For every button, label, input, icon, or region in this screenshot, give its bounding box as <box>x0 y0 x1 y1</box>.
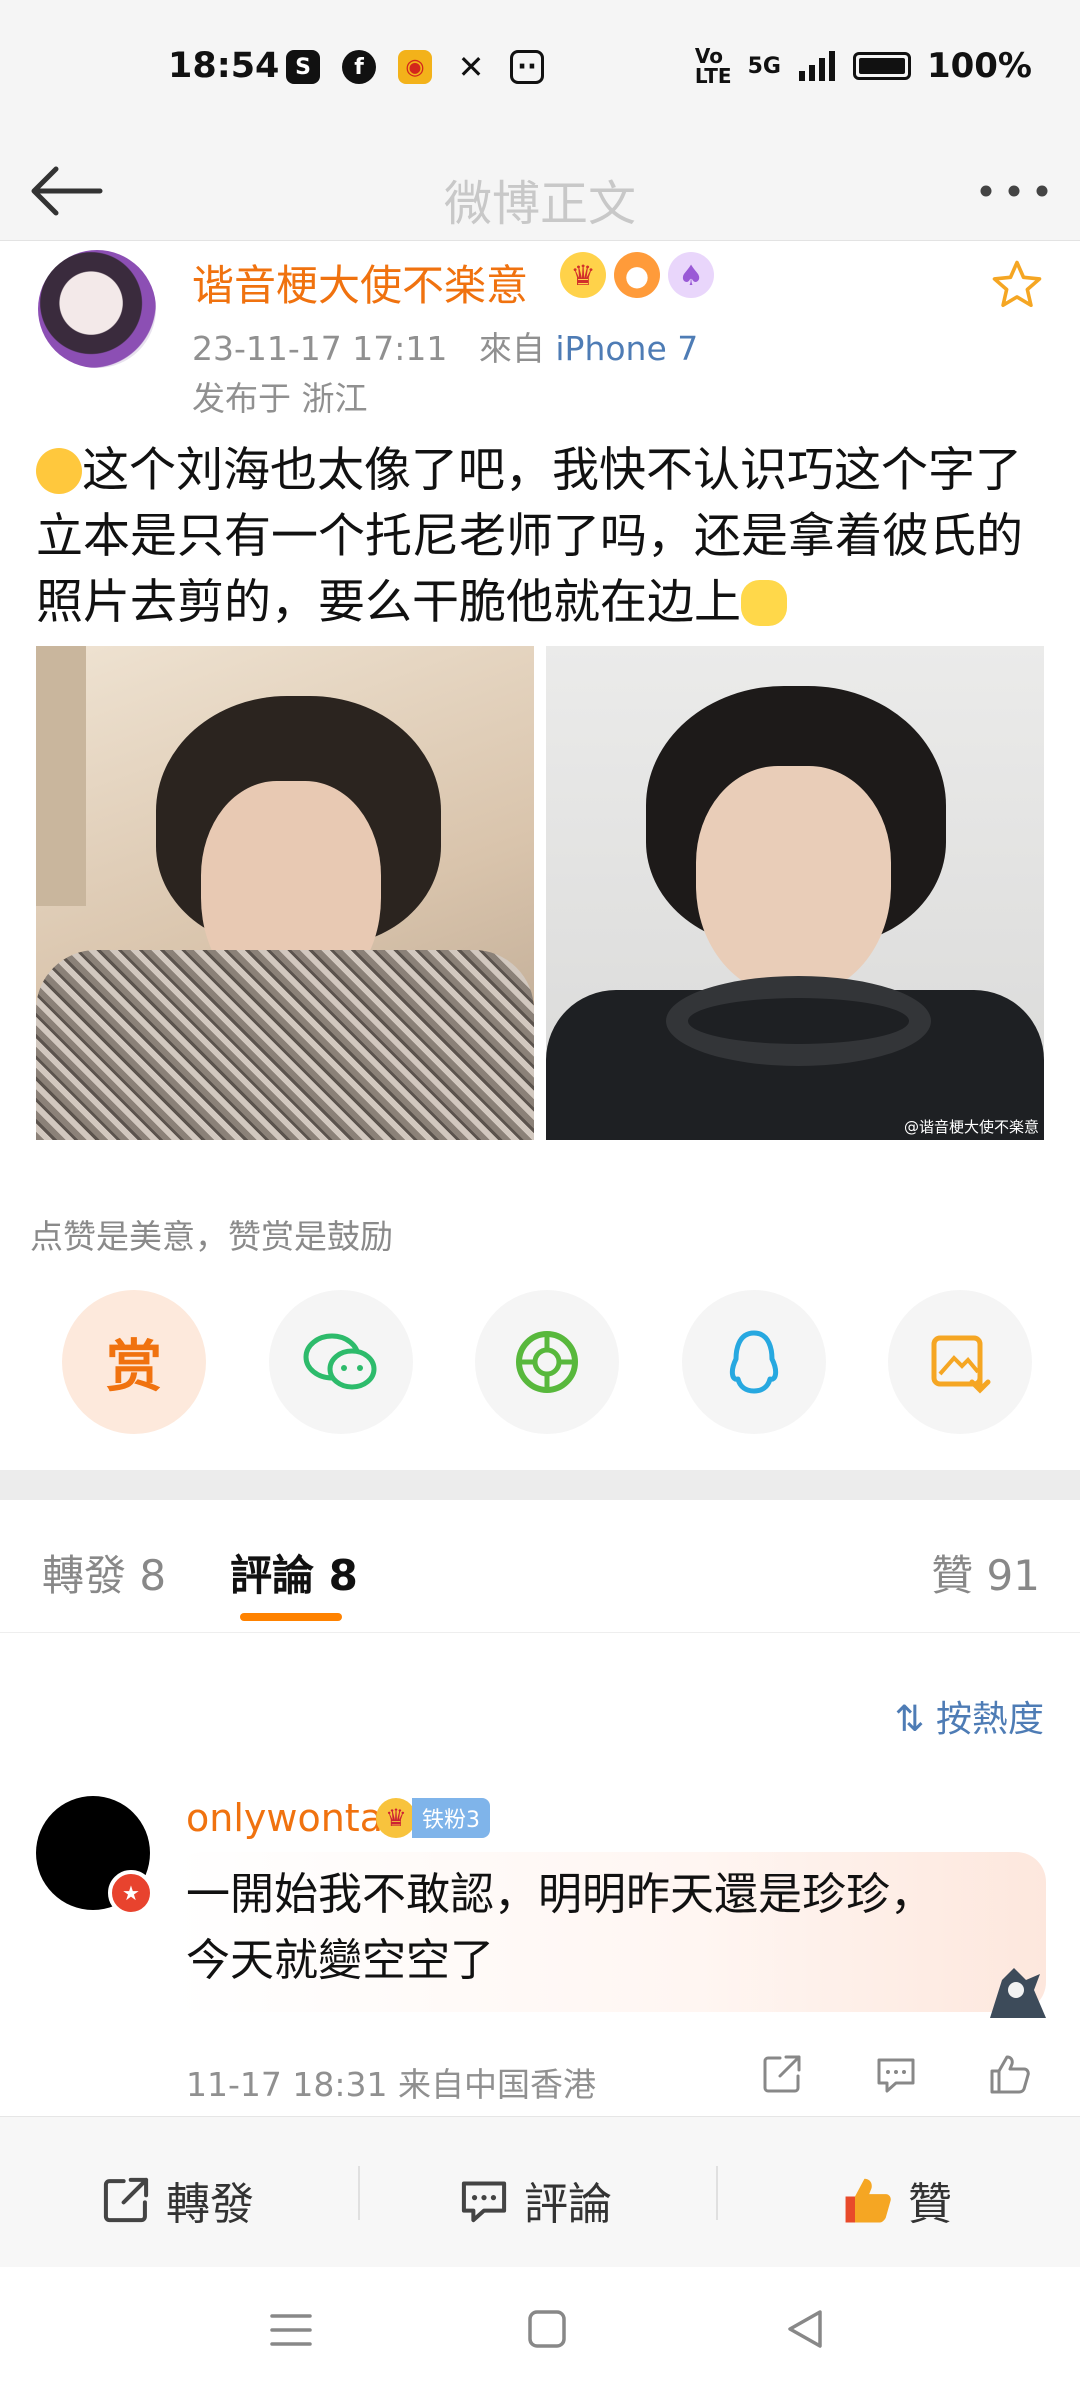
status-time: 18:54 <box>168 46 280 86</box>
sort-hot-button[interactable]: ⇅ 按熱度 <box>894 1690 1044 1742</box>
wechat-share-button[interactable] <box>268 1290 413 1434</box>
like-label: 贊 <box>908 2179 952 2230</box>
status-bar: 18:54 S f ◉ ✕ ·· Vo LTE 5G 100% <box>0 0 1080 140</box>
network-type: 5G <box>747 53 781 79</box>
wechat-icon <box>303 1333 376 1390</box>
bubble-decoration-icon <box>956 1968 1046 2018</box>
post-author-name[interactable]: 谐音梗大使不楽意 <box>192 252 528 313</box>
post-text: 这个刘海也太像了吧，我快不认识巧这个字了 立本是只有一个托尼老师了吗，还是拿着彼… <box>36 438 1048 636</box>
system-nav-bar <box>0 2268 1080 2400</box>
fish-badge-icon: ● <box>614 252 660 298</box>
comment-button[interactable]: 評論 <box>458 2168 612 2232</box>
x-icon: ✕ <box>457 48 485 86</box>
status-right: Vo LTE 5G 100% <box>695 46 1032 86</box>
post-source-prefix: 來自 <box>478 329 545 368</box>
tab-likes[interactable]: 贊 91 <box>931 1542 1040 1603</box>
moments-share-button[interactable] <box>475 1290 619 1434</box>
signal-icon <box>798 51 835 81</box>
image-sweater-shape <box>36 950 534 1140</box>
comment-text-line-1: 一開始我不敢認，明明昨天還是珍珍， <box>186 1869 934 1920</box>
shopping-bag-icon: S <box>286 50 320 84</box>
battery-level: 100% <box>926 46 1032 86</box>
fan-level: 铁粉3 <box>412 1798 490 1838</box>
image-watermark: @谐音梗大使不楽意 <box>904 1118 1040 1136</box>
comment-repost-icon[interactable] <box>760 2052 804 2096</box>
home-nav-icon[interactable] <box>526 2308 568 2350</box>
comment-text-line-2: 今天就變空空了 <box>186 1935 494 1986</box>
crown-badge-icon: ♛ <box>560 252 606 298</box>
post-text-line-1-text: 这个刘海也太像了吧，我快不认识巧这个字了 <box>82 443 1022 498</box>
post-text-line-3-text: 照片去剪的，要么干脆他就在边上 <box>36 575 741 630</box>
top-bar: 微博正文 <box>0 140 1080 241</box>
fan-badge: ♛ 铁粉3 <box>376 1798 490 1838</box>
save-image-icon <box>931 1335 991 1394</box>
page-title: 微博正文 <box>443 176 636 232</box>
doge-emoji-icon <box>741 580 787 626</box>
menu-nav-icon[interactable] <box>268 2310 314 2350</box>
comment-like-icon[interactable] <box>988 2052 1032 2096</box>
post-time: 23-11-17 17:11 <box>192 329 448 368</box>
like-thumb-icon <box>845 2178 891 2223</box>
repost-icon <box>103 2177 149 2223</box>
image-arm-shape <box>36 646 86 906</box>
image-face-shape <box>696 766 891 996</box>
comment-reply-icon[interactable] <box>874 2052 918 2096</box>
battery-icon <box>852 52 911 80</box>
repost-label: 轉發 <box>166 2179 254 2230</box>
comment-icon <box>461 2181 507 2223</box>
repost-button[interactable]: 轉發 <box>100 2168 254 2232</box>
moments-icon <box>516 1331 578 1393</box>
post-meta: 23-11-17 17:11 來自 iPhone 7 <box>192 322 698 370</box>
share-row: 赏 <box>62 1290 1032 1434</box>
weibo-icon: ◉ <box>398 50 432 84</box>
post-text-line-3: 照片去剪的，要么干脆他就在边上 <box>36 570 1048 636</box>
post-text-line-1: 这个刘海也太像了吧，我快不认识巧这个字了 <box>36 438 1048 504</box>
tabs-divider <box>0 1632 1080 1633</box>
sort-icon: ⇅ <box>894 1699 936 1740</box>
reward-button[interactable]: 赏 <box>62 1290 206 1434</box>
section-divider <box>0 1470 1080 1500</box>
verified-badge-icon: ★ <box>108 1870 154 1916</box>
qq-share-button[interactable] <box>681 1290 826 1434</box>
favorite-star-icon[interactable] <box>990 258 1044 312</box>
commenter-name[interactable]: onlywonta <box>186 1796 383 1840</box>
thinking-face-icon <box>36 448 82 494</box>
post-text-line-2: 立本是只有一个托尼老师了吗，还是拿着彼氏的 <box>36 509 1023 564</box>
fan-crown-icon: ♛ <box>376 1798 416 1838</box>
image-headphones-shape <box>666 976 931 1066</box>
racket-badge-icon: ♠ <box>668 252 714 298</box>
reward-hint: 点赞是美意，赞赏是鼓励 <box>30 1217 393 1256</box>
tab-comments[interactable]: 評論 8 <box>230 1542 358 1603</box>
sort-label: 按熱度 <box>935 1699 1044 1740</box>
facebook-icon: f <box>342 50 376 84</box>
post-author-avatar[interactable] <box>38 250 156 368</box>
comment-meta: 11-17 18:31 来自中国香港 <box>186 2065 596 2104</box>
post-device[interactable]: iPhone 7 <box>555 329 698 368</box>
comment-label: 評論 <box>524 2179 612 2230</box>
author-badges: ♛ ● ♠ <box>560 252 714 298</box>
bottom-bar-divider <box>716 2166 718 2220</box>
comment-text: 一開始我不敢認，明明昨天還是珍珍， 今天就變空空了 <box>186 1862 1026 1994</box>
qq-icon <box>729 1330 778 1394</box>
more-options-icon[interactable] <box>978 184 1050 198</box>
reward-button-label: 赏 <box>106 1334 162 1400</box>
bilibili-icon: ·· <box>510 50 544 84</box>
bottom-bar-divider <box>358 2166 360 2220</box>
post-image-2[interactable] <box>546 646 1044 1140</box>
active-tab-indicator <box>240 1613 342 1621</box>
volte-icon: Vo LTE <box>694 44 732 88</box>
post-image-1[interactable] <box>36 646 534 1140</box>
like-button[interactable]: 贊 <box>842 2168 952 2232</box>
back-nav-icon[interactable] <box>782 2306 828 2352</box>
status-app-icons: S f ◉ ✕ ·· <box>286 48 544 86</box>
tab-repost[interactable]: 轉發 8 <box>42 1542 166 1603</box>
save-image-button[interactable] <box>888 1290 1032 1434</box>
post-location: 发布于 浙江 <box>192 379 368 418</box>
